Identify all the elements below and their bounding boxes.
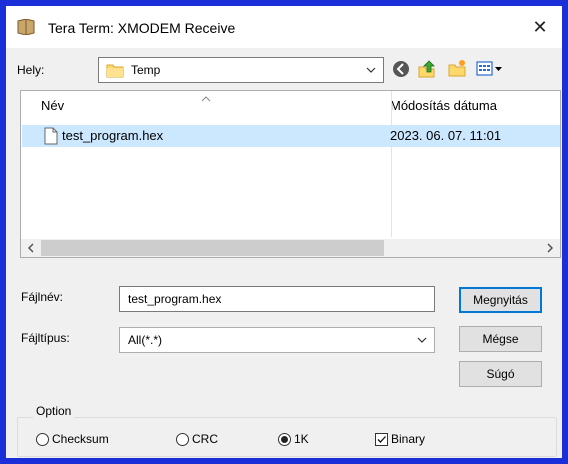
crc-label: CRC <box>192 432 218 446</box>
filename-field[interactable] <box>119 286 435 312</box>
crc-radio[interactable]: CRC <box>176 431 218 447</box>
file-modified: 2023. 06. 07. 11:01 <box>390 128 502 143</box>
sort-up-icon <box>201 91 211 106</box>
chevron-down-icon <box>366 63 376 73</box>
scrollbar-thumb[interactable] <box>41 240 384 256</box>
title-bar: Tera Term: XMODEM Receive ✕ <box>6 6 562 48</box>
location-value: Temp <box>131 63 161 77</box>
window-title: Tera Term: XMODEM Receive <box>48 20 236 36</box>
up-folder-icon <box>417 59 437 82</box>
back-icon <box>392 60 410 81</box>
close-icon: ✕ <box>532 16 548 37</box>
filetype-value: All(*.*) <box>128 333 163 347</box>
folder-icon <box>106 61 124 82</box>
back-button[interactable] <box>390 59 412 81</box>
tera-term-icon <box>17 18 35 36</box>
scroll-right-icon[interactable] <box>543 242 557 254</box>
new-folder-button[interactable] <box>446 59 468 81</box>
crc-radio-indicator <box>176 432 189 446</box>
close-button[interactable]: ✕ <box>518 6 562 48</box>
option-group-title: Option <box>33 404 75 418</box>
help-button[interactable]: Súgó <box>459 361 542 387</box>
view-menu-icon <box>476 60 504 81</box>
1k-label: 1K <box>294 432 309 446</box>
cancel-button[interactable]: Mégse <box>459 326 542 352</box>
view-menu-button[interactable] <box>475 59 505 81</box>
filename-label: Fájlnév: <box>21 290 64 304</box>
checksum-label: Checksum <box>52 432 109 446</box>
file-icon <box>44 127 58 148</box>
file-row[interactable]: test_program.hex 2023. 06. 07. 11:01 <box>22 125 560 147</box>
location-label: Hely: <box>17 63 45 77</box>
1k-radio[interactable]: 1K <box>278 431 309 447</box>
new-folder-icon <box>447 59 467 82</box>
checksum-radio[interactable]: Checksum <box>36 431 109 447</box>
filetype-label: Fájltípus: <box>21 331 70 345</box>
filetype-dropdown[interactable]: All(*.*) <box>119 327 435 353</box>
filename-input[interactable] <box>120 287 434 311</box>
column-separator <box>391 91 392 237</box>
binary-checkbox[interactable]: Binary <box>375 431 425 447</box>
scroll-left-icon[interactable] <box>24 242 38 254</box>
location-dropdown[interactable]: Temp <box>98 57 384 83</box>
column-modified-header[interactable]: Módosítás dátuma <box>390 93 497 119</box>
up-folder-button[interactable] <box>416 59 438 81</box>
file-name: test_program.hex <box>62 128 164 143</box>
checkmark-icon <box>375 432 388 446</box>
horizontal-scrollbar[interactable] <box>21 239 560 257</box>
1k-radio-indicator <box>278 432 291 446</box>
binary-label: Binary <box>391 432 426 446</box>
chevron-down-icon <box>417 333 427 343</box>
file-list[interactable]: Név Módosítás dátuma test_program.hex 20… <box>20 90 561 258</box>
checksum-radio-indicator <box>36 432 49 446</box>
column-name-header[interactable]: Név <box>41 93 64 119</box>
open-button[interactable]: Megnyitás <box>459 287 542 313</box>
xmodem-receive-dialog: Tera Term: XMODEM Receive ✕ Hely: Temp N… <box>6 6 562 458</box>
